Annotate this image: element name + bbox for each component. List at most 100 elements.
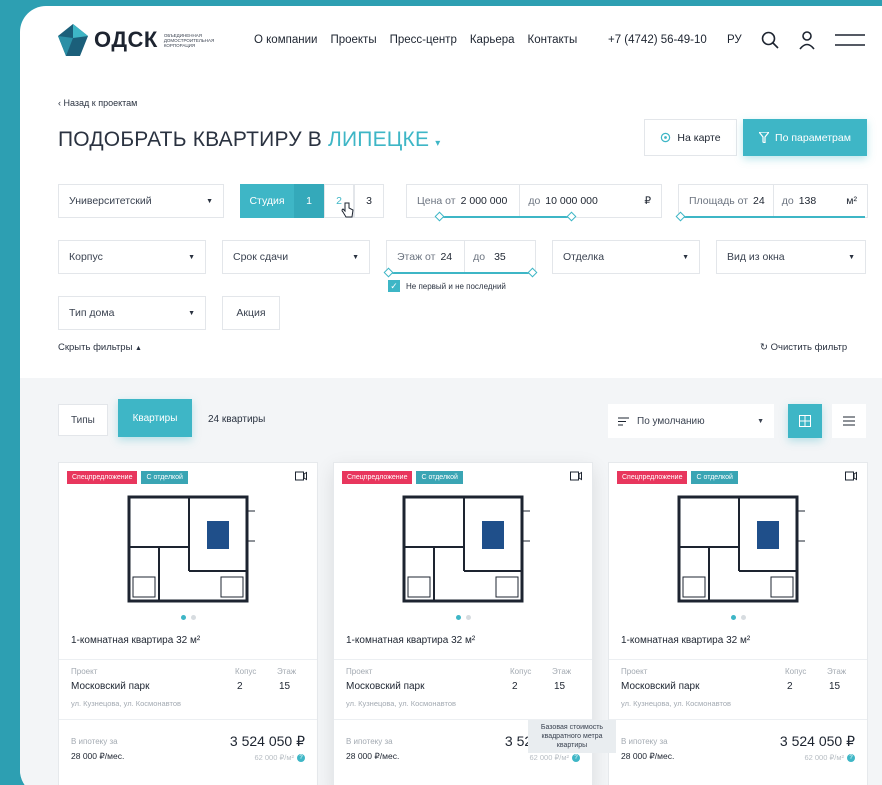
mortgage-value: 28 000 ₽/мес.: [346, 751, 400, 761]
promo-badge: Спецпредложение: [342, 471, 413, 484]
tab-types[interactable]: Типы: [58, 404, 108, 436]
area-from-input[interactable]: 24: [753, 195, 765, 207]
price-from-label: Цена от: [417, 195, 456, 207]
info-icon[interactable]: ?: [572, 753, 580, 762]
address: ул. Кузнецова, ул. Космонавтов: [346, 699, 457, 708]
language-switch[interactable]: РУ: [727, 34, 742, 46]
floor-from-input[interactable]: 24: [440, 251, 452, 263]
window-view-placeholder: Вид из окна: [727, 251, 785, 263]
card-badges: Спецпредложение С отделкой: [342, 471, 463, 484]
rooms-option-1[interactable]: 1: [294, 184, 324, 218]
rooms-option-3[interactable]: 3: [354, 184, 384, 218]
building-label: Копус: [785, 667, 807, 676]
price-from-input[interactable]: 2 000 000: [461, 195, 508, 207]
promo-badge: Спецпредложение: [67, 471, 138, 484]
video-icon[interactable]: [295, 471, 307, 481]
finish-badge: С отделкой: [141, 471, 188, 484]
list-view-button[interactable]: [832, 404, 866, 438]
not-first-last-checkbox[interactable]: ✓ Не первый и не последний: [388, 280, 506, 292]
carousel-dot-active[interactable]: [455, 615, 461, 620]
floor-plan-image[interactable]: [89, 491, 289, 611]
floor-number: 15: [554, 681, 566, 692]
flat-card[interactable]: Спецпредложение С отделкой 1-комнатная к…: [58, 462, 318, 785]
floor-plan-image[interactable]: [364, 491, 564, 611]
hide-filters-label: Скрыть фильтры: [58, 342, 133, 353]
price-to-label: до: [528, 195, 541, 207]
map-view-label: На карте: [677, 131, 721, 144]
sort-select[interactable]: По умолчанию ▼: [608, 404, 774, 438]
nav-item-press[interactable]: Пресс-центр: [390, 34, 457, 46]
menu-icon[interactable]: [835, 33, 865, 47]
floor-label: Этаж: [277, 667, 297, 676]
carousel-dot[interactable]: [740, 615, 746, 620]
area-to-label: до: [781, 195, 794, 207]
sort-value: По умолчанию: [637, 415, 705, 427]
area-unit: м²: [846, 195, 857, 207]
filter-icon: [759, 132, 770, 143]
house-type-placeholder: Тип дома: [69, 307, 115, 319]
hide-filters-link[interactable]: Скрыть фильтры ▲: [58, 342, 142, 353]
info-icon[interactable]: ?: [847, 753, 855, 762]
window-view-select[interactable]: Вид из окна ▼: [716, 240, 866, 274]
flat-price: 3 524 050 ₽: [229, 733, 305, 749]
deadline-select[interactable]: Срок сдачи ▼: [222, 240, 370, 274]
mortgage-label: В ипотеку за: [346, 737, 393, 746]
price-per-meter: 62 000 ₽/м²?: [254, 753, 305, 762]
promo-label: Акция: [236, 307, 266, 319]
mortgage-label: В ипотеку за: [71, 737, 118, 746]
district-select[interactable]: Университетский ▼: [58, 184, 224, 218]
page-title: ПОДОБРАТЬ КВАРТИРУ В ЛИПЕЦКЕ ▾: [58, 128, 440, 152]
params-view-button[interactable]: По параметрам: [743, 119, 867, 156]
price-unit: ₽: [644, 195, 651, 207]
nav-item-contacts[interactable]: Контакты: [528, 34, 578, 46]
building-number: 2: [512, 681, 518, 692]
phone-link[interactable]: +7 (4742) 56-49-10: [608, 34, 707, 46]
district-value: Университетский: [69, 195, 152, 207]
divider: [609, 719, 867, 720]
rooms-selector: Студия 1 2 3: [240, 184, 384, 218]
carousel-dot[interactable]: [190, 615, 196, 620]
info-icon[interactable]: ?: [297, 753, 305, 762]
floor-to-label: до: [473, 251, 486, 263]
carousel-dot[interactable]: [465, 615, 471, 620]
search-icon[interactable]: [760, 30, 780, 50]
floor-plan-image[interactable]: [639, 491, 839, 611]
image-carousel-dots: [59, 615, 317, 620]
nav-item-projects[interactable]: Проекты: [330, 34, 376, 46]
price-per-meter-value: 62 000 ₽/м²: [254, 753, 294, 762]
price-to-input[interactable]: 10 000 000: [545, 195, 598, 207]
rooms-option-studio[interactable]: Студия: [240, 184, 294, 218]
price-slider-track: [440, 216, 572, 218]
promo-toggle[interactable]: Акция: [222, 296, 280, 330]
nav-item-career[interactable]: Карьера: [470, 34, 515, 46]
card-badges: Спецпредложение С отделкой: [67, 471, 188, 484]
nav-item-company[interactable]: О компании: [254, 34, 317, 46]
floor-slider-track: [389, 272, 533, 274]
flat-card[interactable]: Спецпредложение С отделкой 1-комнатная к…: [608, 462, 868, 785]
carousel-dot-active[interactable]: [730, 615, 736, 620]
back-link[interactable]: ‹ Назад к проектам: [58, 98, 137, 108]
house-type-select[interactable]: Тип дома ▼: [58, 296, 206, 330]
divider: [609, 659, 867, 660]
map-view-button[interactable]: На карте: [644, 119, 737, 156]
chevron-down-icon: ▼: [682, 253, 689, 261]
back-link-label: Назад к проектам: [63, 98, 138, 108]
floor-label: Этаж: [552, 667, 572, 676]
building-number: 2: [787, 681, 793, 692]
area-to-input[interactable]: 138: [799, 195, 817, 207]
logo[interactable]: ОДСК Объединенная домостроительная корпо…: [58, 24, 226, 56]
building-select[interactable]: Корпус ▼: [58, 240, 206, 274]
carousel-dot-active[interactable]: [180, 615, 186, 620]
grid-view-button[interactable]: [788, 404, 822, 438]
user-icon[interactable]: [798, 30, 816, 50]
city-select[interactable]: ЛИПЕЦКЕ ▾: [328, 128, 440, 151]
floor-label: Этаж: [827, 667, 847, 676]
finish-select[interactable]: Отделка ▼: [552, 240, 700, 274]
area-slider-track: [681, 216, 865, 218]
divider: [334, 659, 592, 660]
clear-filter-link[interactable]: ↻ Очистить фильтр: [760, 342, 847, 353]
floor-to-input[interactable]: 35: [494, 251, 506, 263]
tab-flats[interactable]: Квартиры: [118, 399, 192, 437]
video-icon[interactable]: [570, 471, 582, 481]
video-icon[interactable]: [845, 471, 857, 481]
